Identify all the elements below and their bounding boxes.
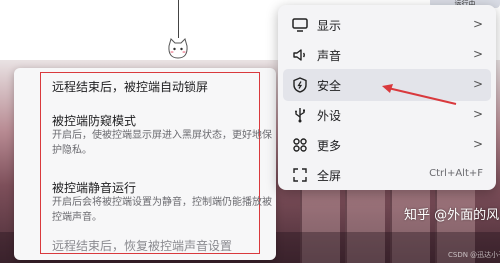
setting-mute-desc: 开启后会将被控端设置为静音，控制端仍能播放被控端声音。 bbox=[52, 197, 272, 223]
setting-restore-sound[interactable]: 远程结束后，恢复被控端声音设置 bbox=[52, 237, 232, 254]
cat-ornament-icon bbox=[168, 38, 188, 59]
menu-item-fullscreen[interactable]: 全屏 Ctrl+Alt+F bbox=[283, 159, 491, 191]
chevron-right-icon: > bbox=[472, 47, 483, 61]
watermark-sub: CSDN @迅达小子 bbox=[448, 251, 500, 259]
setting-auto-lock[interactable]: 远程结束后，被控端自动锁屏 bbox=[52, 78, 208, 95]
setting-privacy-mode[interactable]: 被控端防窥模式 bbox=[52, 112, 136, 129]
speaker-icon bbox=[293, 49, 305, 61]
keyboard-shortcut: Ctrl+Alt+F bbox=[429, 168, 483, 179]
annotation-arrow-icon bbox=[382, 84, 457, 105]
menu-item-label: 声音 bbox=[317, 49, 342, 63]
fullscreen-icon bbox=[293, 168, 307, 182]
menu-item-label: 安全 bbox=[317, 79, 342, 93]
usb-icon bbox=[295, 108, 305, 123]
setting-mute[interactable]: 被控端静音运行 bbox=[52, 179, 136, 196]
grid-icon bbox=[293, 138, 307, 152]
menu-item-more[interactable]: 更多 > bbox=[283, 129, 491, 161]
hanging-string bbox=[178, 0, 179, 38]
chevron-right-icon: > bbox=[472, 137, 483, 151]
menu-item-display[interactable]: 显示 > bbox=[283, 9, 491, 41]
menu-item-label: 显示 bbox=[317, 19, 342, 33]
setting-privacy-mode-desc: 开启后，使被控端显示屏进入黑屏状态，更好地保护隐私。 bbox=[52, 130, 272, 156]
chevron-right-icon: > bbox=[472, 77, 483, 91]
monitor-icon bbox=[292, 18, 308, 32]
menu-item-label: 更多 bbox=[317, 139, 342, 153]
chevron-right-icon: > bbox=[472, 17, 483, 31]
menu-item-label: 全屏 bbox=[317, 169, 342, 183]
menu-item-sound[interactable]: 声音 > bbox=[283, 39, 491, 71]
menu-item-label: 外设 bbox=[317, 109, 342, 123]
highlight-box bbox=[40, 72, 260, 254]
watermark: 知乎 @外面的风 bbox=[404, 208, 500, 223]
shield-icon bbox=[293, 77, 307, 93]
chevron-right-icon: > bbox=[472, 107, 483, 121]
